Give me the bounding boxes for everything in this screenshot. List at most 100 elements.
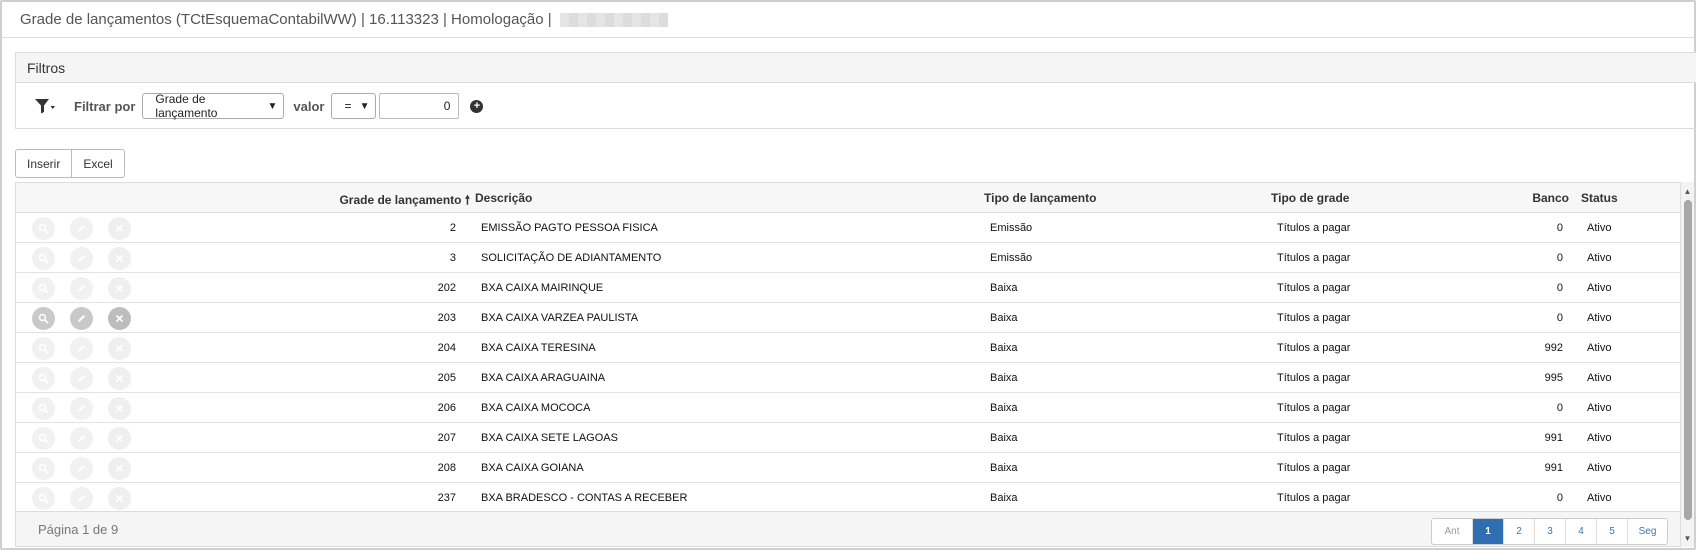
edit-button[interactable] <box>70 397 93 420</box>
col-header-descricao[interactable]: Descrição <box>475 191 532 205</box>
cell-descricao: BXA CAIXA VARZEA PAULISTA <box>481 312 639 324</box>
view-button[interactable] <box>32 367 55 390</box>
view-button[interactable] <box>32 337 55 360</box>
delete-button[interactable] <box>108 277 131 300</box>
delete-button[interactable] <box>108 427 131 450</box>
table-row[interactable]: 237 BXA BRADESCO - CONTAS A RECEBER Baixa T… <box>16 483 1680 513</box>
view-button[interactable] <box>32 217 55 240</box>
cell-status: Ativo <box>1587 222 1612 234</box>
col-header-status[interactable]: Status <box>1581 191 1618 205</box>
cell-banco: 991 <box>1544 432 1563 444</box>
filters-panel: Filtros Filtrar por Grade de lançamento … <box>15 52 1696 129</box>
chevron-down-icon: ▼ <box>267 100 278 112</box>
delete-icon <box>114 313 125 324</box>
cell-descricao: BXA CAIXA MOCOCA <box>481 402 591 414</box>
col-header-banco[interactable]: Banco <box>1532 191 1569 205</box>
cell-tipo-grade: Títulos a pagar <box>1277 252 1351 264</box>
delete-button[interactable] <box>108 247 131 270</box>
excel-button[interactable]: Excel <box>71 150 123 177</box>
scroll-up-arrow-icon[interactable]: ▲ <box>1681 184 1694 198</box>
cell-tipo-lancamento: Baixa <box>990 312 1018 324</box>
filter-field-select[interactable]: Grade de lançamento ▼ <box>142 92 285 120</box>
scrollbar-thumb[interactable] <box>1684 200 1692 520</box>
edit-button[interactable] <box>70 247 93 270</box>
filters-header: Filtros <box>16 53 1696 83</box>
cell-tipo-lancamento: Baixa <box>990 372 1018 384</box>
view-button[interactable] <box>32 457 55 480</box>
view-button[interactable] <box>32 247 55 270</box>
cell-descricao: BXA CAIXA MAIRINQUE <box>481 282 604 294</box>
next-page-button[interactable]: Seg <box>1627 519 1667 544</box>
filter-menu-button[interactable] <box>34 95 64 117</box>
table-row[interactable]: 203 BXA CAIXA VARZEA PAULISTA Baixa Títulos… <box>16 303 1680 333</box>
page-button-5[interactable]: 5 <box>1596 519 1627 544</box>
delete-button[interactable] <box>108 307 131 330</box>
scroll-down-arrow-icon[interactable]: ▼ <box>1681 531 1694 545</box>
cell-grade: 208 <box>437 462 456 474</box>
table-row[interactable]: 2 EMISSÃO PAGTO PESSOA FISICA Emissão Títul… <box>16 213 1680 243</box>
view-button[interactable] <box>32 487 55 510</box>
view-button[interactable] <box>32 397 55 420</box>
view-button[interactable] <box>32 277 55 300</box>
delete-icon <box>114 253 125 264</box>
cell-status: Ativo <box>1587 402 1612 414</box>
cell-tipo-grade: Títulos a pagar <box>1277 432 1351 444</box>
edit-button[interactable] <box>70 367 93 390</box>
delete-button[interactable] <box>108 487 131 510</box>
col-header-tipo-lancamento[interactable]: Tipo de lançamento <box>984 191 1096 205</box>
cell-banco: 0 <box>1556 492 1563 504</box>
operator-select[interactable]: = ▼ <box>331 93 377 119</box>
table-row[interactable]: 206 BXA CAIXA MOCOCA Baixa Títulos a pagar 0… <box>16 393 1680 423</box>
edit-button[interactable] <box>70 277 93 300</box>
funnel-icon <box>35 99 55 114</box>
delete-button[interactable] <box>108 217 131 240</box>
delete-icon <box>114 493 125 504</box>
grid-body: 2 EMISSÃO PAGTO PESSOA FISICA Emissão Títul… <box>16 213 1680 513</box>
col-header-grade[interactable]: Grade de lançamento 🠕 <box>339 191 470 212</box>
table-row[interactable]: 3 SOLICITAÇÃO DE ADIANTAMENTO Emissão Títul… <box>16 243 1680 273</box>
prev-page-button[interactable]: Ant <box>1432 519 1472 544</box>
edit-button[interactable] <box>70 457 93 480</box>
table-row[interactable]: 207 BXA CAIXA SETE LAGOAS Baixa Títulos a p… <box>16 423 1680 453</box>
view-button[interactable] <box>32 427 55 450</box>
delete-button[interactable] <box>108 367 131 390</box>
search-icon <box>38 403 49 414</box>
delete-icon <box>114 373 125 384</box>
cell-status: Ativo <box>1587 462 1612 474</box>
edit-button[interactable] <box>70 307 93 330</box>
insert-button[interactable]: Inserir <box>16 150 71 177</box>
cell-tipo-grade: Títulos a pagar <box>1277 312 1351 324</box>
cell-banco: 0 <box>1556 402 1563 414</box>
search-icon <box>38 253 49 264</box>
edit-icon <box>76 493 87 504</box>
table-row[interactable]: 208 BXA CAIXA GOIANA Baixa Títulos a pagar 9… <box>16 453 1680 483</box>
view-button[interactable] <box>32 307 55 330</box>
grid-header: Grade de lançamento 🠕 Descrição Tipo de … <box>16 183 1680 213</box>
edit-icon <box>76 313 87 324</box>
delete-button[interactable] <box>108 397 131 420</box>
cell-tipo-grade: Títulos a pagar <box>1277 282 1351 294</box>
edit-button[interactable] <box>70 337 93 360</box>
cell-status: Ativo <box>1587 282 1612 294</box>
col-header-tipo-grade[interactable]: Tipo de grade <box>1271 191 1349 205</box>
page-button-4[interactable]: 4 <box>1565 519 1596 544</box>
add-filter-icon[interactable]: + <box>470 99 484 113</box>
table-row[interactable]: 205 BXA CAIXA ARAGUAINA Baixa Títulos a pag… <box>16 363 1680 393</box>
delete-button[interactable] <box>108 457 131 480</box>
edit-button[interactable] <box>70 217 93 240</box>
table-row[interactable]: 202 BXA CAIXA MAIRINQUE Baixa Títulos a pag… <box>16 273 1680 303</box>
page-button-2[interactable]: 2 <box>1503 519 1534 544</box>
page-button-1[interactable]: 1 <box>1472 519 1503 544</box>
redacted-user <box>559 12 668 27</box>
vertical-scrollbar[interactable]: ▲ ▼ <box>1681 182 1694 547</box>
page-button-3[interactable]: 3 <box>1534 519 1565 544</box>
delete-icon <box>114 433 125 444</box>
edit-button[interactable] <box>70 427 93 450</box>
table-row[interactable]: 204 BXA CAIXA TERESINA Baixa Títulos a paga… <box>16 333 1680 363</box>
edit-button[interactable] <box>70 487 93 510</box>
window-title: Grade de lançamentos (TCtEsquemaContabil… <box>20 11 552 28</box>
cell-grade: 206 <box>437 402 456 414</box>
delete-button[interactable] <box>108 337 131 360</box>
cell-tipo-grade: Títulos a pagar <box>1277 222 1351 234</box>
filter-value-input[interactable]: 0 <box>379 93 460 119</box>
